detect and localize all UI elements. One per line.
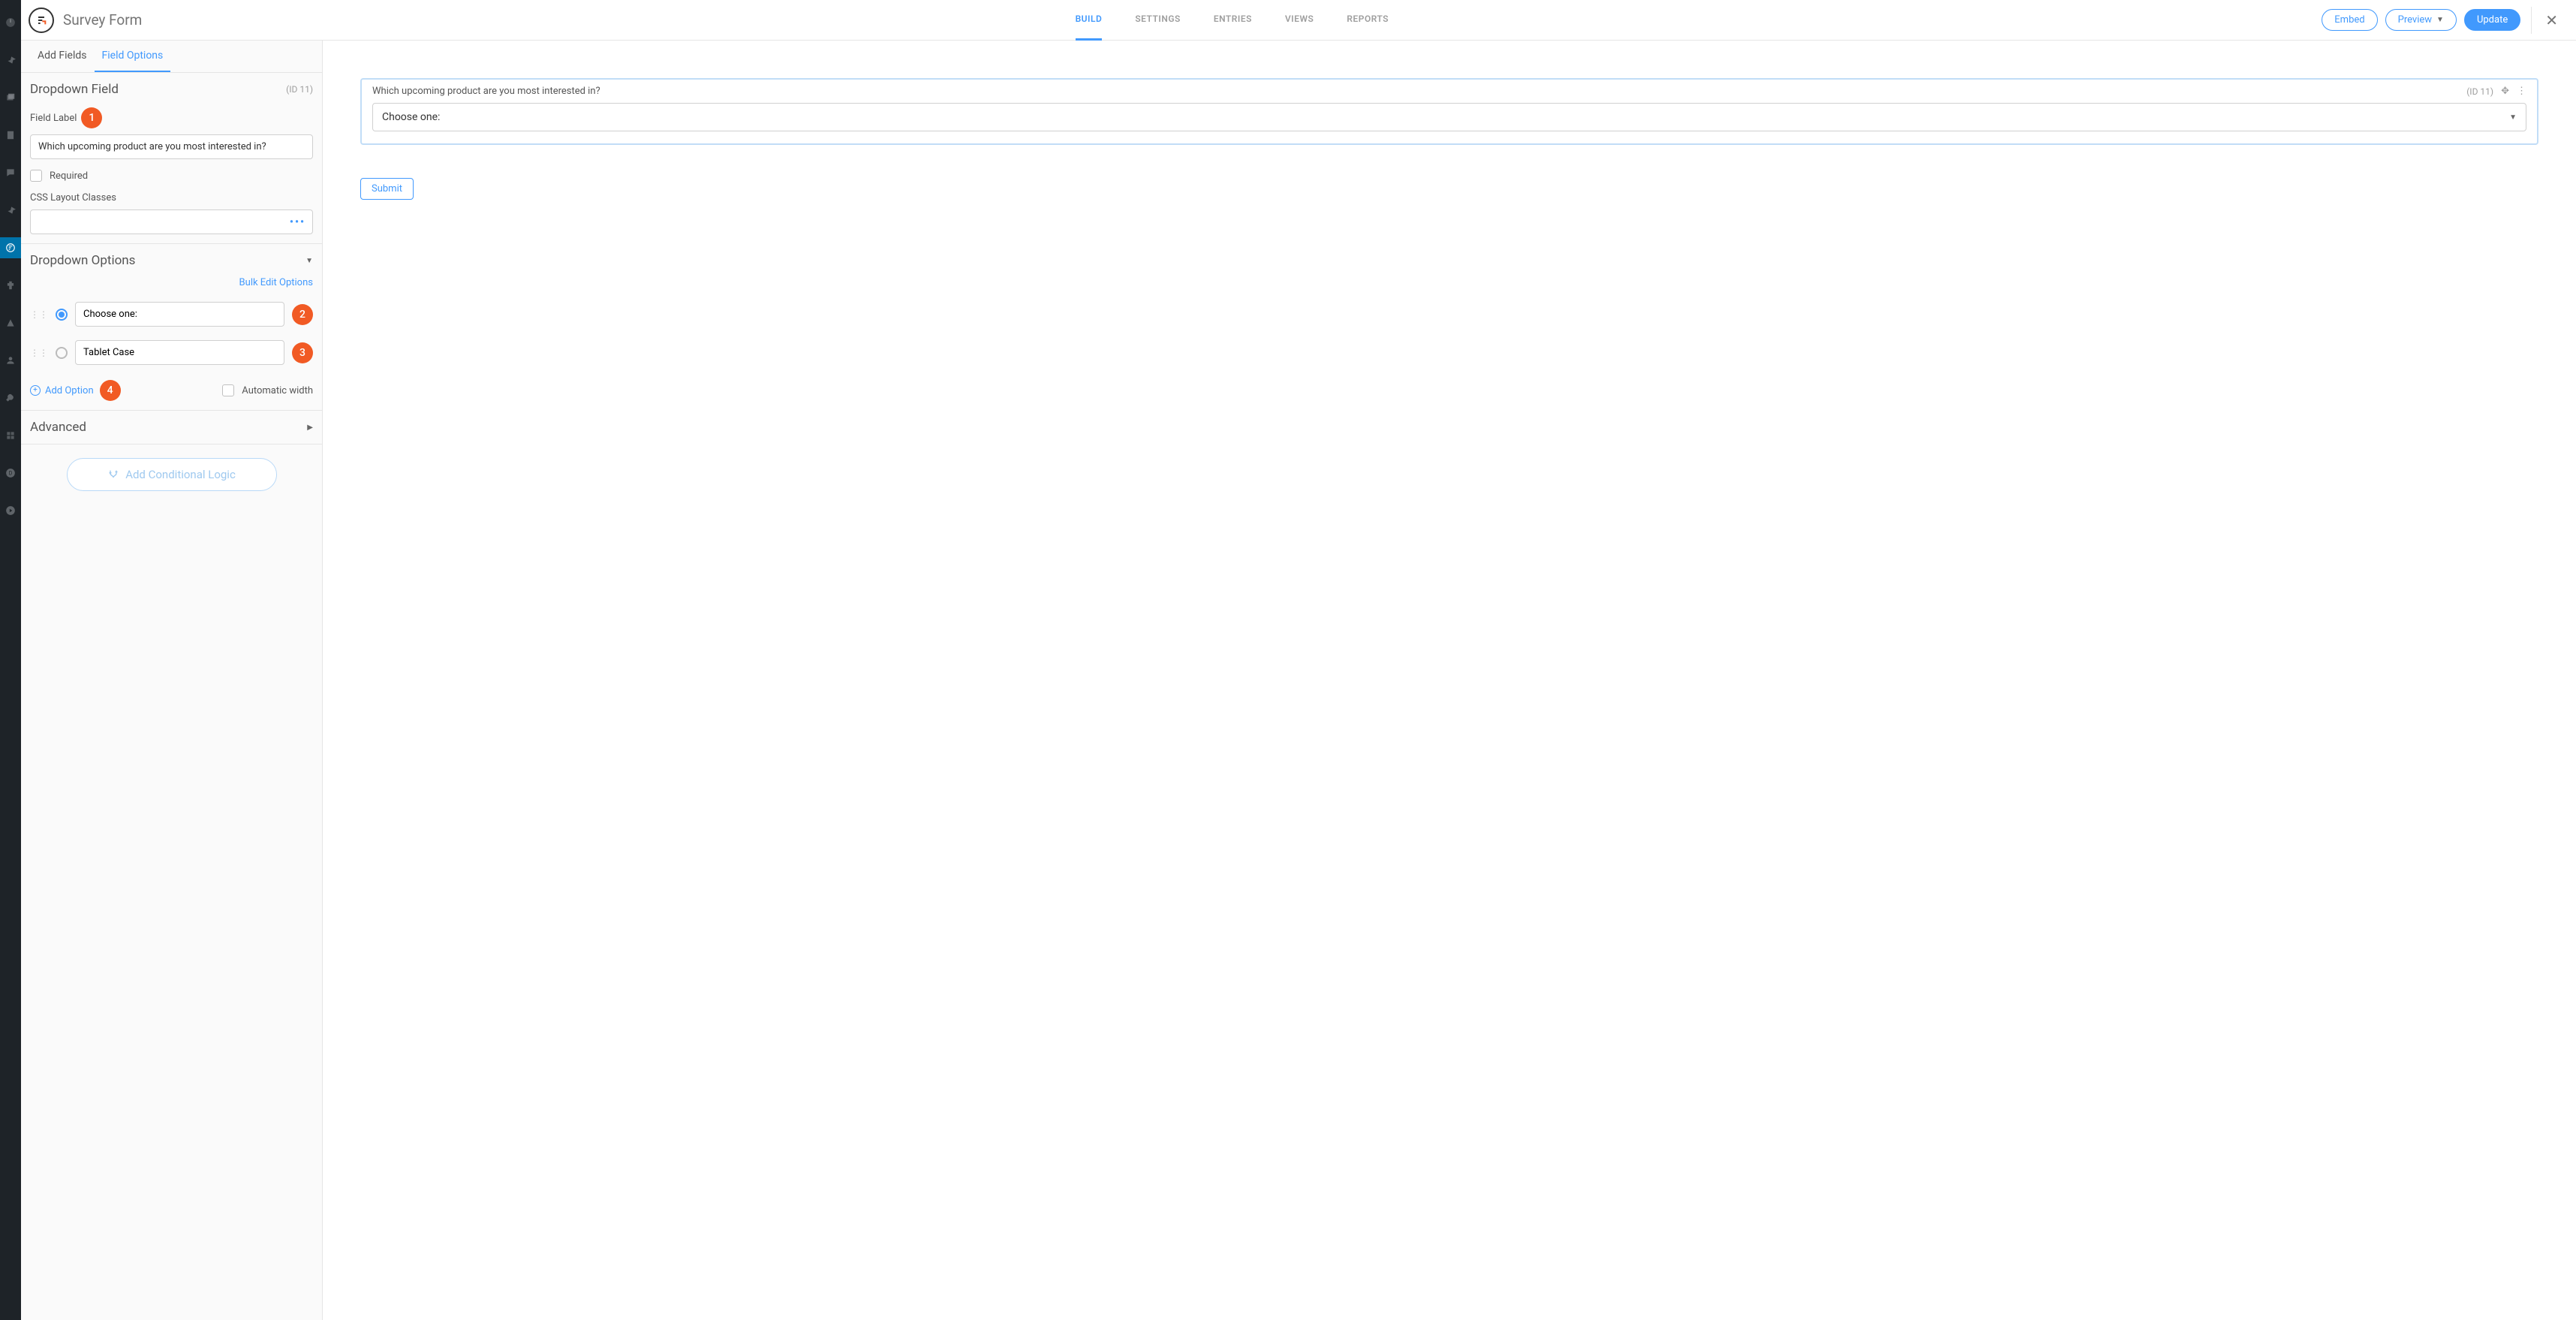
add-option-link[interactable]: + Add Option: [30, 385, 94, 396]
topbar: Survey Form BUILD SETTINGS ENTRIES VIEWS…: [21, 0, 2576, 41]
automatic-width-row[interactable]: Automatic width: [222, 384, 313, 396]
option-row-2: ⋮⋮ 3: [30, 340, 313, 365]
rail-collapse-icon[interactable]: [0, 500, 21, 521]
bulk-edit-link[interactable]: Bulk Edit Options: [30, 277, 313, 288]
chevron-down-icon: ▼: [305, 257, 313, 265]
option-input-1[interactable]: [75, 302, 284, 327]
chevron-down-icon: ▼: [2509, 113, 2517, 122]
rail-formidable-icon[interactable]: [0, 237, 21, 258]
annotation-badge-1: 1: [81, 107, 102, 128]
tab-reports[interactable]: REPORTS: [1347, 0, 1389, 41]
rail-dashboard-icon[interactable]: [0, 12, 21, 33]
automatic-width-checkbox[interactable]: [222, 384, 234, 396]
top-actions: Embed Preview ▼ Update ✕: [2322, 7, 2561, 34]
preview-button[interactable]: Preview ▼: [2385, 9, 2457, 31]
required-checkbox[interactable]: [30, 170, 42, 182]
rail-comments-icon[interactable]: [0, 162, 21, 183]
add-option-label: Add Option: [45, 385, 94, 396]
rail-plugins-icon[interactable]: [0, 275, 21, 296]
option-default-radio-1[interactable]: [56, 309, 68, 321]
rail-pages-icon[interactable]: [0, 125, 21, 146]
form-canvas: Which upcoming product are you most inte…: [323, 41, 2576, 1320]
drag-handle-icon[interactable]: ⋮⋮: [30, 309, 48, 320]
rail-d-icon[interactable]: D: [0, 463, 21, 484]
field-label-input[interactable]: [30, 134, 313, 159]
rail-settings-icon[interactable]: [0, 425, 21, 446]
rail-tools-icon[interactable]: [0, 387, 21, 408]
advanced-header[interactable]: Advanced ▶: [30, 420, 313, 435]
option-default-radio-2[interactable]: [56, 347, 68, 359]
move-icon[interactable]: ✥: [2501, 86, 2509, 97]
dropdown-placeholder: Choose one:: [382, 111, 440, 123]
required-label: Required: [50, 170, 88, 182]
top-tabs: BUILD SETTINGS ENTRIES VIEWS REPORTS: [151, 0, 2313, 41]
rail-media-icon[interactable]: [0, 87, 21, 108]
svg-text:D: D: [9, 470, 13, 476]
css-classes-label: CSS Layout Classes: [30, 192, 116, 203]
tab-build[interactable]: BUILD: [1076, 0, 1103, 41]
annotation-badge-4: 4: [100, 380, 121, 401]
field-type-title: Dropdown Field: [30, 82, 119, 97]
update-button[interactable]: Update: [2464, 9, 2520, 31]
more-vert-icon[interactable]: ⋮: [2517, 86, 2526, 97]
tab-field-options[interactable]: Field Options: [95, 41, 171, 72]
required-checkbox-row[interactable]: Required: [30, 170, 313, 182]
rail-appearance-icon[interactable]: [0, 312, 21, 333]
close-icon[interactable]: ✕: [2542, 8, 2561, 32]
field-id-canvas: (ID 11): [2466, 86, 2493, 97]
tab-entries[interactable]: ENTRIES: [1214, 0, 1252, 41]
field-settings-panel: Add Fields Field Options Dropdown Field …: [21, 41, 323, 1320]
rail-users-icon[interactable]: [0, 350, 21, 371]
wordpress-admin-rail: D: [0, 0, 21, 1320]
conditional-logic-label: Add Conditional Logic: [125, 468, 236, 481]
rail-pin-icon[interactable]: [0, 50, 21, 71]
drag-handle-icon[interactable]: ⋮⋮: [30, 348, 48, 358]
field-label-heading: Field Label: [30, 113, 77, 124]
field-id-text: (ID 11): [286, 84, 313, 95]
add-conditional-logic-button[interactable]: Add Conditional Logic: [67, 458, 277, 491]
submit-button[interactable]: Submit: [360, 178, 414, 200]
advanced-title: Advanced: [30, 420, 86, 435]
form-title: Survey Form: [63, 11, 142, 29]
caret-down-icon: ▼: [2436, 16, 2444, 24]
preview-label: Preview: [2398, 14, 2432, 26]
panel-tabs: Add Fields Field Options: [21, 41, 322, 73]
dropdown-options-header[interactable]: Dropdown Options ▼: [30, 253, 313, 268]
field-question-label: Which upcoming product are you most inte…: [372, 86, 600, 97]
dropdown-field-card[interactable]: Which upcoming product are you most inte…: [360, 78, 2538, 145]
rail-pin2-icon[interactable]: [0, 200, 21, 221]
annotation-badge-3: 3: [292, 342, 313, 363]
automatic-width-label: Automatic width: [242, 385, 313, 396]
tab-views[interactable]: VIEWS: [1285, 0, 1314, 41]
option-row-1: ⋮⋮ 2: [30, 302, 313, 327]
divider: [2531, 7, 2532, 34]
formidable-logo-icon: [29, 8, 54, 33]
tab-settings[interactable]: SETTINGS: [1135, 0, 1181, 41]
embed-button[interactable]: Embed: [2322, 9, 2377, 31]
plus-circle-icon: +: [30, 385, 41, 396]
dropdown-options-title: Dropdown Options: [30, 253, 135, 268]
css-classes-input[interactable]: [30, 209, 313, 234]
option-input-2[interactable]: [75, 340, 284, 365]
annotation-badge-2: 2: [292, 304, 313, 325]
css-classes-more-icon[interactable]: •••: [290, 216, 305, 228]
chevron-right-icon: ▶: [307, 423, 313, 432]
tab-add-fields[interactable]: Add Fields: [30, 41, 95, 72]
dropdown-select[interactable]: Choose one: ▼: [372, 103, 2526, 131]
branch-icon: [107, 469, 119, 481]
